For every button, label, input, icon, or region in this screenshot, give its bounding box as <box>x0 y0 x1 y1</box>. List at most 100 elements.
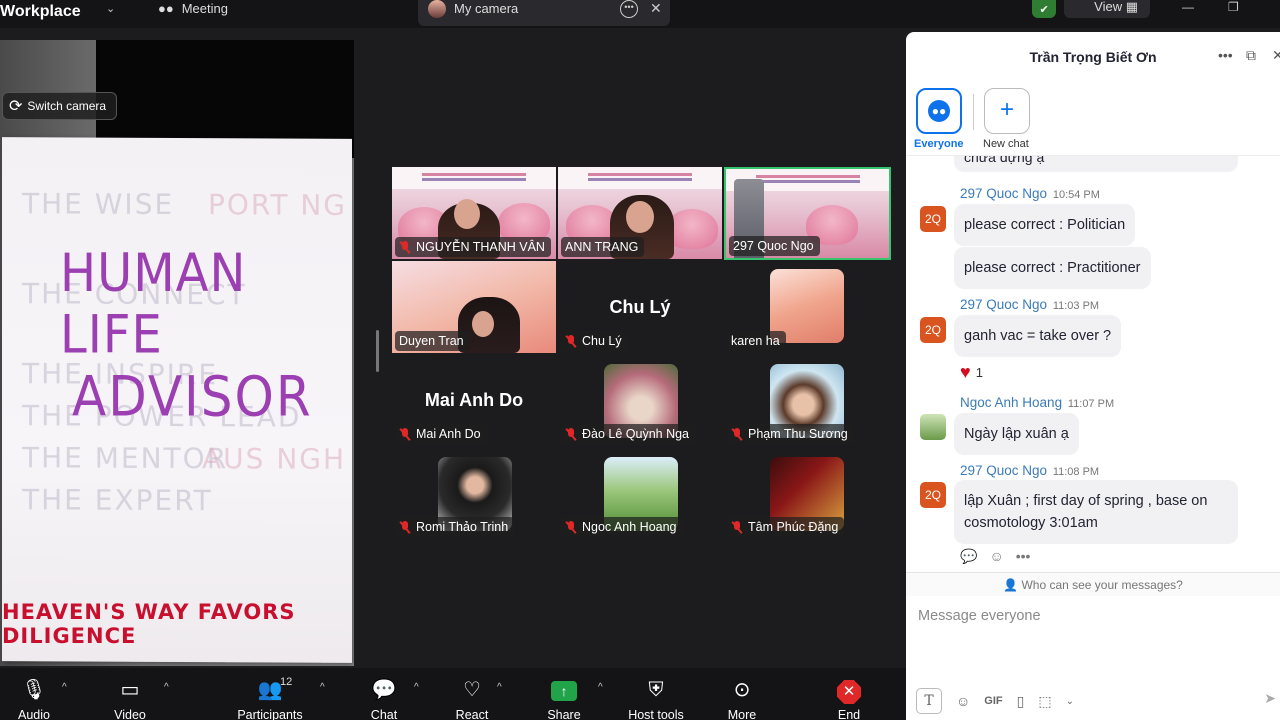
switch-camera-button[interactable]: ⟳ Switch camera <box>2 92 118 120</box>
participant-face <box>454 199 480 229</box>
participant-name: Ngoc Anh Hoang <box>561 517 683 537</box>
participant-face <box>626 201 654 233</box>
new-chat-button[interactable]: + <box>984 88 1030 134</box>
refresh-icon: ⟳ <box>9 98 23 115</box>
emoji-icon[interactable]: ☺ <box>956 693 970 709</box>
paper-faint-writing: THE WISE <box>22 187 175 221</box>
participant-display-name: Chu Lý <box>609 297 671 317</box>
video-tile[interactable]: Tâm Phúc Đặng <box>724 447 888 539</box>
reply-icon[interactable]: 💬 <box>960 548 977 565</box>
react-options-chevron-icon[interactable]: ^ <box>497 682 502 693</box>
chat-button[interactable]: 💬 Chat <box>344 678 424 720</box>
share-options-chevron-icon[interactable]: ^ <box>598 682 603 693</box>
chat-options-chevron-icon[interactable]: ^ <box>414 682 419 693</box>
chat-icon: 💬 <box>371 679 397 701</box>
message-bubble: ganh vac = take over ? <box>954 315 1122 357</box>
app-name: Workplace <box>0 3 81 20</box>
more-options-icon[interactable]: ••• <box>620 0 638 18</box>
participants-options-chevron-icon[interactable]: ^ <box>320 682 325 693</box>
message-time: 11:03 PM <box>1052 300 1100 312</box>
tab-meeting[interactable]: ●● Meeting <box>158 0 228 26</box>
video-tile[interactable]: Romi Thảo Trinh <box>392 447 556 539</box>
message-sender: Ngoc Anh Hoang 11:07 PM <box>960 395 1114 410</box>
view-button[interactable]: View ▦ <box>1064 0 1150 18</box>
participant-name-text: Ngoc Anh Hoang <box>582 520 677 534</box>
share-button[interactable]: ↑ Share <box>524 678 604 720</box>
react-label: React <box>455 708 489 720</box>
participant-name-text: Romi Thảo Trinh <box>416 520 509 534</box>
message-time: 10:54 PM <box>1052 189 1100 201</box>
video-tile[interactable]: Đào Lê Quỳnh Nga <box>558 354 722 446</box>
paper-subtitle: ADVISOR <box>72 365 313 429</box>
more-button[interactable]: ⊙ More <box>702 678 782 720</box>
video-tile[interactable]: Phạm Thu Sương <box>724 354 888 446</box>
grid-scrollbar[interactable] <box>376 330 379 372</box>
message-reaction[interactable]: ♥ 1 <box>960 362 983 383</box>
video-tile[interactable]: Duyen Tran <box>392 261 556 353</box>
mic-muted-icon <box>731 520 743 534</box>
chevron-down-icon[interactable]: ⌄ <box>1066 696 1074 707</box>
switch-camera-label: Switch camera <box>27 99 107 113</box>
more-options-icon[interactable]: ••• <box>1218 47 1233 63</box>
tab-divider <box>973 94 974 130</box>
message-bubble: please correct : Practitioner <box>954 247 1151 289</box>
gif-button[interactable]: GIF <box>984 695 1002 707</box>
message-time: 11:08 PM <box>1052 466 1100 478</box>
message-sender: 297 Quoc Ngo 11:03 PM <box>960 297 1099 312</box>
file-icon[interactable]: ▯ <box>1017 693 1025 710</box>
video-options-chevron-icon[interactable]: ^ <box>164 682 169 693</box>
avatar <box>428 0 446 18</box>
video-tile[interactable]: NGUYỄN THANH VÂN <box>392 167 556 259</box>
message-input[interactable]: Message everyone <box>918 608 1041 624</box>
message-actions: 💬 ☺ ••• <box>960 548 1030 565</box>
who-can-see-messages[interactable]: 👤 Who can see your messages? <box>906 572 1280 596</box>
screenshot-icon[interactable]: ⬚ <box>1038 693 1051 710</box>
avatar: 2Q <box>920 482 946 508</box>
participants-button[interactable]: 👥 12 Participants <box>230 676 310 720</box>
video-tile[interactable]: karen ha <box>724 261 888 353</box>
sender-name: 297 Quoc Ngo <box>960 297 1048 312</box>
end-meeting-button[interactable]: ✕ End <box>809 678 889 720</box>
new-chat-label: New chat <box>983 138 1029 150</box>
pop-out-icon[interactable]: ⧉ <box>1246 47 1256 64</box>
participant-name: NGUYỄN THANH VÂN <box>395 237 551 257</box>
app-menu-chevron-icon[interactable]: ⌄ <box>106 0 115 18</box>
tab-everyone-label: Everyone <box>914 138 964 150</box>
send-icon[interactable]: ➤ <box>1264 690 1276 707</box>
participant-name-text: karen ha <box>731 334 780 348</box>
video-tile-active-speaker[interactable]: 297 Quoc Ngo <box>724 167 891 260</box>
minimize-icon[interactable]: — <box>1182 0 1194 14</box>
avatar: 2Q <box>920 206 946 232</box>
paper-faint-writing: THE MENTOR <box>22 441 229 476</box>
video-tile[interactable]: Ngoc Anh Hoang <box>558 447 722 539</box>
tab-everyone[interactable]: ●● <box>916 88 962 134</box>
security-shield-icon[interactable]: ✔ <box>1032 0 1057 18</box>
participant-name: Mai Anh Do <box>395 424 487 444</box>
plus-icon: + <box>999 96 1014 123</box>
avatar <box>920 414 946 440</box>
host-tools-button[interactable]: ⛨ Host tools <box>616 678 696 720</box>
mic-muted-icon <box>399 240 411 254</box>
video-tile[interactable]: ANN TRANG <box>558 167 722 259</box>
who-can-see-label: Who can see your messages? <box>1021 578 1183 592</box>
mic-muted-icon <box>399 427 411 441</box>
chat-label: Chat <box>370 708 398 720</box>
host-tools-label: Host tools <box>628 708 684 720</box>
heart-icon: ♥ <box>960 362 971 382</box>
participant-display-name: Mai Anh Do <box>424 390 524 410</box>
format-text-icon[interactable]: T <box>916 688 942 714</box>
chat-panel: Trần Trọng Biết Ơn ••• ⧉ ✕ ●● Everyone +… <box>906 32 1280 720</box>
close-icon[interactable]: ✕ <box>650 0 662 16</box>
video-tile[interactable]: Chu Lý Chu Lý <box>558 261 722 353</box>
more-options-icon[interactable]: ••• <box>1016 548 1031 565</box>
participant-name: Duyen Tran <box>395 331 470 351</box>
close-icon[interactable]: ✕ <box>1272 47 1280 64</box>
message-list[interactable]: chưa dựng ạ 297 Quoc Ngo 10:54 PM 2Q ple… <box>906 156 1280 572</box>
video-tile[interactable]: Mai Anh Do Mai Anh Do <box>392 354 556 446</box>
audio-options-chevron-icon[interactable]: ^ <box>62 682 67 693</box>
video-button[interactable]: ▭ Video <box>90 678 170 720</box>
message-sender: 297 Quoc Ngo 11:08 PM <box>960 463 1099 478</box>
video-camera-icon: ▭ <box>120 679 140 701</box>
add-reaction-icon[interactable]: ☺ <box>989 548 1003 565</box>
maximize-icon[interactable]: ❐ <box>1228 0 1239 14</box>
